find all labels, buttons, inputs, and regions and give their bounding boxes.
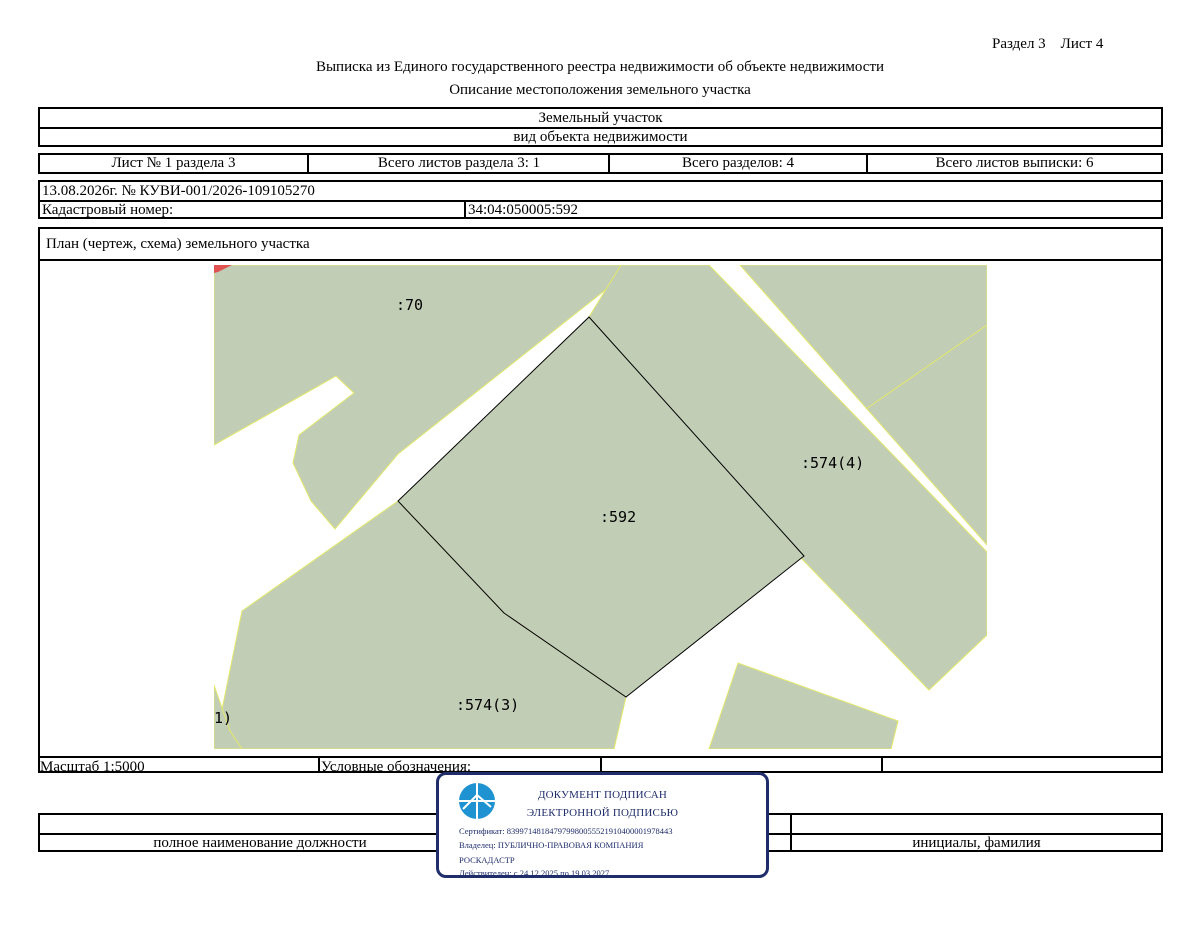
stamp-valid: Действителен: с 24.12.2025 по 19.03.2027 [459,868,610,878]
scale-label: Масштаб 1:5000 [40,759,145,775]
stamp-owner: Владелец: ПУБЛИЧНО-ПРАВОВАЯ КОМПАНИЯ [459,840,644,850]
stamp-line-2: ЭЛЕКТРОННОЙ ПОДПИСЬЮ [526,807,679,819]
divider [318,756,320,771]
plan-title: План (чертеж, схема) земельного участка [46,236,310,252]
label-592: :592 [600,508,636,526]
object-type-box: Земельный участок вид объекта недвижимос… [38,107,1163,147]
divider [40,259,1161,261]
divider [464,200,466,217]
document-title: Выписка из Единого государственного реес… [315,59,885,75]
divider [881,756,883,771]
record-box: 13.08.2026г. № КУВИ-001/2026-109105270 К… [38,180,1163,219]
record-date-number: 13.08.2026г. № КУВИ-001/2026-109105270 [42,183,315,199]
cadastral-label: Кадастровый номер: [42,202,174,218]
signature-stamp: ДОКУМЕНТ ПОДПИСАН ЭЛЕКТРОННОЙ ПОДПИСЬЮ С… [436,772,769,878]
total-sections: Всего разделов: 4 [681,155,795,171]
divider [600,756,602,771]
object-type: Земельный участок [538,109,663,126]
label-edge: 1) [214,709,232,727]
divider [40,200,1161,202]
total-extract-sheets: Всего листов выписки: 6 [935,155,1094,171]
sheet-number: Лист № 1 раздела 3 [111,155,236,171]
section-sheet-label: Раздел 3 Лист 4 [992,36,1104,52]
name-caption: инициалы, фамилия [912,835,1041,851]
label-574-4: :574(4) [801,454,864,472]
object-type-caption: вид объекта недвижимости [513,128,688,145]
cadastral-map: :70 :592 :574(4) :574(3) 1) [214,265,987,749]
stamp-certificate: Сертификат: 8399714818479799800555219104… [459,826,673,836]
cadastral-value: 34:04:050005:592 [468,202,579,218]
total-section-sheets: Всего листов раздела 3: 1 [377,155,541,171]
label-574-3: :574(3) [456,696,519,714]
stamp-line-1: ДОКУМЕНТ ПОДПИСАН [537,789,668,801]
document-subtitle: Описание местоположения земельного участ… [449,82,751,98]
label-70: :70 [396,296,423,314]
stamp-owner-2: РОСКАДАСТР [459,855,515,865]
sheets-row: Лист № 1 раздела 3 Всего листов раздела … [38,153,1163,174]
position-caption: полное наименование должности [153,835,367,851]
